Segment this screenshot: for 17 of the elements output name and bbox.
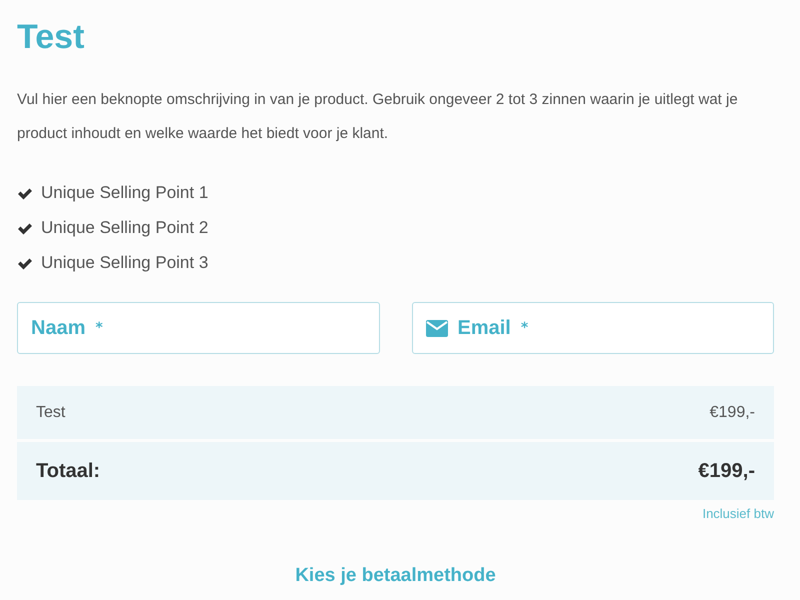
usp-text: Unique Selling Point 2 xyxy=(41,217,208,239)
total-price: €199,- xyxy=(698,460,755,482)
name-field[interactable]: Naam * xyxy=(17,302,380,354)
total-label: Totaal: xyxy=(36,460,100,482)
usp-text: Unique Selling Point 1 xyxy=(41,182,208,204)
item-price: €199,- xyxy=(710,404,755,422)
item-label: Test xyxy=(36,404,66,422)
check-icon xyxy=(17,222,33,234)
check-icon xyxy=(17,256,33,270)
email-field[interactable]: Email * xyxy=(412,302,774,354)
product-description: Vul hier een beknopte omschrijving in van je product. Gebruik ongeveer 2 tot 3 zinnen waarin je uitlegt wat je product inhoudt en welke waarde het biedt voor je klant. xyxy=(17,90,739,144)
section-heading: Kies je betaalmethode xyxy=(294,565,497,587)
vat-note: Inclusief btw xyxy=(702,506,774,521)
product-title: Test xyxy=(17,17,86,58)
envelope-icon xyxy=(426,320,448,336)
check-icon xyxy=(17,186,33,200)
usp-text: Unique Selling Point 3 xyxy=(41,252,208,274)
